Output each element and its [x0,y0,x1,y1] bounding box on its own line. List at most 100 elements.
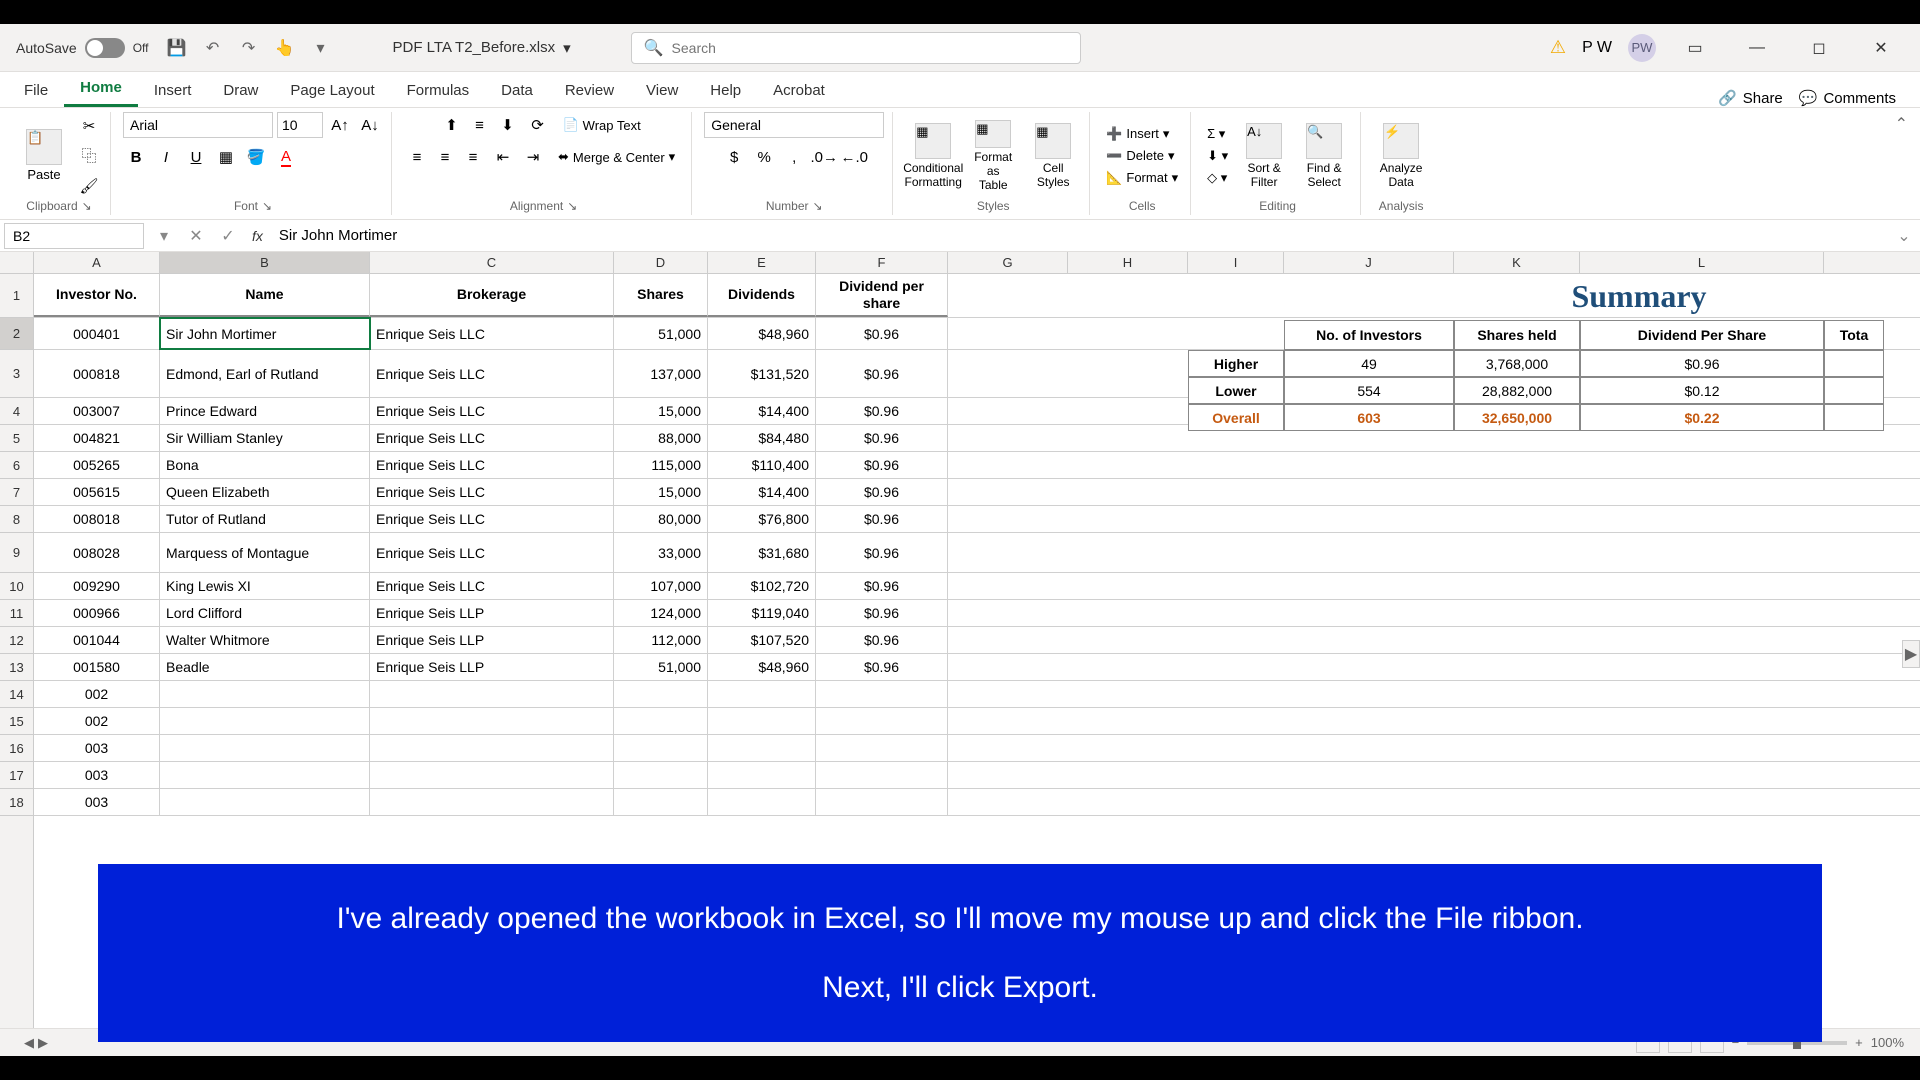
data-cell[interactable]: 003 [34,789,160,815]
summary-row-label[interactable]: Higher [1188,350,1284,377]
find-select-button[interactable]: 🔍Find & Select [1296,116,1352,196]
empty-cell[interactable] [1188,681,1284,707]
column-header[interactable]: A [34,252,160,273]
data-cell[interactable] [816,762,948,788]
empty-cell[interactable] [1188,627,1284,653]
data-cell[interactable]: Prince Edward [160,398,370,424]
tab-formulas[interactable]: Formulas [391,74,486,107]
empty-cell[interactable] [1454,681,1580,707]
empty-cell[interactable] [1188,708,1284,734]
data-cell[interactable]: Marquess of Montague [160,533,370,572]
sheet-nav-prev-icon[interactable]: ◀ [24,1035,34,1051]
summary-cell[interactable]: 603 [1284,404,1454,431]
data-cell[interactable]: 15,000 [614,398,708,424]
empty-cell[interactable] [948,735,1068,761]
cancel-formula-icon[interactable]: ✕ [180,222,212,250]
data-cell[interactable]: 004821 [34,425,160,451]
empty-cell[interactable] [1068,506,1188,532]
data-cell[interactable]: Enrique Seis LLC [370,452,614,478]
orientation-icon[interactable]: ⟳ [524,112,550,138]
summary-header-cell[interactable]: Shares held [1454,320,1580,350]
empty-cell[interactable] [1284,627,1454,653]
increase-decimal-icon[interactable]: .0→ [811,144,837,170]
row-header[interactable]: 6 [0,452,33,479]
empty-cell[interactable] [1580,681,1824,707]
empty-cell[interactable] [1284,479,1454,505]
empty-cell[interactable] [1068,627,1188,653]
empty-cell[interactable] [1188,600,1284,626]
row-header[interactable]: 11 [0,600,33,627]
cell-styles-button[interactable]: ▦Cell Styles [1025,116,1081,196]
summary-cell[interactable]: $0.12 [1580,377,1824,404]
empty-cell[interactable] [1284,789,1454,815]
italic-button[interactable]: I [153,144,179,170]
row-header[interactable]: 16 [0,735,33,762]
empty-cell[interactable] [1454,627,1580,653]
fx-icon[interactable]: fx [244,228,271,244]
empty-cell[interactable] [1188,762,1284,788]
column-header[interactable]: F [816,252,948,273]
number-format-select[interactable] [704,112,884,138]
tab-home[interactable]: Home [64,71,138,107]
data-cell[interactable] [160,762,370,788]
empty-cell[interactable] [948,762,1068,788]
data-cell[interactable] [614,762,708,788]
search-box[interactable]: 🔍 [631,32,1081,64]
format-cells-button[interactable]: 📐 Format ▾ [1102,168,1182,188]
row-header[interactable]: 9 [0,533,33,573]
empty-cell[interactable] [1454,600,1580,626]
comma-format-icon[interactable]: , [781,144,807,170]
data-cell[interactable]: $131,520 [708,350,816,397]
summary-cell[interactable]: 554 [1284,377,1454,404]
data-cell[interactable] [160,708,370,734]
summary-row-label[interactable]: Lower [1188,377,1284,404]
empty-cell[interactable] [1580,708,1824,734]
header-cell[interactable]: Name [160,274,370,317]
empty-cell[interactable] [1454,735,1580,761]
empty-cell[interactable] [1284,506,1454,532]
tab-acrobat[interactable]: Acrobat [757,74,841,107]
data-cell[interactable]: Edmond, Earl of Rutland [160,350,370,397]
empty-cell[interactable] [1284,708,1454,734]
summary-header-cell[interactable]: Dividend Per Share [1580,320,1824,350]
empty-cell[interactable] [1068,654,1188,680]
empty-cell[interactable] [948,533,1068,572]
data-cell[interactable]: Enrique Seis LLC [370,573,614,599]
data-cell[interactable]: $14,400 [708,479,816,505]
data-cell[interactable]: $119,040 [708,600,816,626]
data-cell[interactable] [816,789,948,815]
column-header[interactable]: D [614,252,708,273]
summary-cell[interactable]: 49 [1284,350,1454,377]
align-bottom-icon[interactable]: ⬇ [494,112,520,138]
tab-view[interactable]: View [630,74,694,107]
row-header[interactable]: 8 [0,506,33,533]
data-cell[interactable]: $0.96 [816,654,948,680]
data-cell[interactable]: 009290 [34,573,160,599]
increase-indent-icon[interactable]: ⇥ [520,144,546,170]
analyze-data-button[interactable]: ⚡Analyze Data [1373,116,1429,196]
align-left-icon[interactable]: ≡ [404,144,430,170]
data-cell[interactable] [816,681,948,707]
data-cell[interactable]: $48,960 [708,318,816,349]
summary-total-cell[interactable] [1824,377,1884,404]
warning-icon[interactable]: ⚠ [1550,37,1566,58]
data-cell[interactable]: $31,680 [708,533,816,572]
touch-mode-icon[interactable]: 👆 [273,36,297,60]
empty-cell[interactable] [1068,350,1188,397]
row-header[interactable]: 10 [0,573,33,600]
data-cell[interactable] [708,789,816,815]
data-cell[interactable]: Tutor of Rutland [160,506,370,532]
summary-cell[interactable]: 3,768,000 [1454,350,1580,377]
empty-cell[interactable] [948,350,1068,397]
redo-icon[interactable]: ↷ [237,36,261,60]
data-cell[interactable]: $0.96 [816,533,948,572]
empty-cell[interactable] [1454,479,1580,505]
empty-cell[interactable] [1454,573,1580,599]
data-cell[interactable] [160,735,370,761]
data-cell[interactable] [370,762,614,788]
empty-cell[interactable] [1188,573,1284,599]
data-cell[interactable]: 80,000 [614,506,708,532]
row-header[interactable]: 7 [0,479,33,506]
name-box[interactable] [4,223,144,249]
tab-draw[interactable]: Draw [207,74,274,107]
